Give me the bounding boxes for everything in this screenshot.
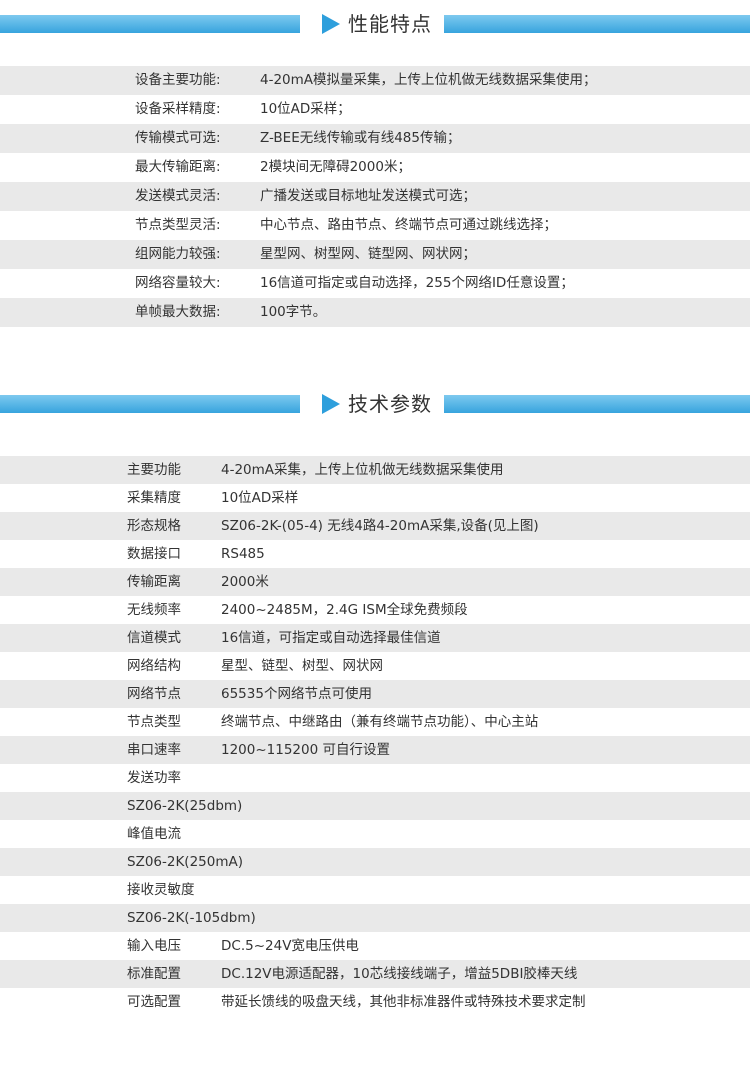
row-label: 接收灵敏度 xyxy=(127,882,195,898)
table-row: 发送模式灵活: 广播发送或目标地址发送模式可选； xyxy=(0,182,750,211)
table-row: 节点类型 终端节点、中继路由（兼有终端节点功能）、中心主站 xyxy=(0,708,750,736)
row-value: 星型网、树型网、链型网、网状网； xyxy=(260,246,476,262)
table-row: 网络容量较大: 16信道可指定或自动选择，255个网络ID任意设置； xyxy=(0,269,750,298)
table-row: 无线频率 2400~2485M，2.4G ISM全球免费频段 xyxy=(0,596,750,624)
row-value: Z-BEE无线传输或有线485传输； xyxy=(260,130,461,146)
params-header: 技术参数 xyxy=(0,391,750,417)
features-table: 设备主要功能: 4-20mA模拟量采集，上传上位机做无线数据采集使用； 设备采样精度… xyxy=(0,66,750,327)
row-value: 带延长馈线的吸盘天线，其他非标准器件或特殊技术要求定制 xyxy=(221,994,586,1010)
row-label: 设备采样精度: xyxy=(135,101,221,117)
row-value: 65535个网络节点可使用 xyxy=(221,686,372,702)
row-label: 峰值电流 xyxy=(127,826,181,842)
row-value: 16信道，可指定或自动选择最佳信道 xyxy=(221,630,441,646)
table-row: 主要功能 4-20mA采集，上传上位机做无线数据采集使用 xyxy=(0,456,750,484)
table-row: 传输距离 2000米 xyxy=(0,568,750,596)
table-row: 组网能力较强: 星型网、树型网、链型网、网状网； xyxy=(0,240,750,269)
row-value: 100字节。 xyxy=(260,304,327,320)
row-label: 传输模式可选: xyxy=(135,130,221,146)
row-label: SZ06-2K(-105dbm) xyxy=(127,910,256,926)
row-label: 标准配置 xyxy=(127,966,181,982)
row-label: 输入电压 xyxy=(127,938,181,954)
row-label: 形态规格 xyxy=(127,518,181,534)
row-value: 16信道可指定或自动选择，255个网络ID任意设置； xyxy=(260,275,574,291)
row-value: 终端节点、中继路由（兼有终端节点功能）、中心主站 xyxy=(221,714,539,730)
row-value: 1200~115200 可自行设置 xyxy=(221,742,390,758)
row-value: 2模块间无障碍2000米； xyxy=(260,159,411,175)
row-label: 发送功率 xyxy=(127,770,181,786)
table-row: 信道模式 16信道，可指定或自动选择最佳信道 xyxy=(0,624,750,652)
row-value: DC.5~24V宽电压供电 xyxy=(221,938,359,954)
row-value: 中心节点、路由节点、终端节点可通过跳线选择； xyxy=(260,217,557,233)
row-label: 网络结构 xyxy=(127,658,181,674)
table-row: 峰值电流 xyxy=(0,820,750,848)
table-row: 设备主要功能: 4-20mA模拟量采集，上传上位机做无线数据采集使用； xyxy=(0,66,750,95)
row-label: 数据接口 xyxy=(127,546,181,562)
row-label: 可选配置 xyxy=(127,994,181,1010)
row-label: 节点类型灵活: xyxy=(135,217,221,233)
table-row: 采集精度 10位AD采样 xyxy=(0,484,750,512)
row-value: SZ06-2K-(05-4) 无线4路4-20mA采集,设备(见上图) xyxy=(221,518,539,534)
row-value: 4-20mA采集，上传上位机做无线数据采集使用 xyxy=(221,462,504,478)
table-row: 设备采样精度: 10位AD采样； xyxy=(0,95,750,124)
table-row: 传输模式可选: Z-BEE无线传输或有线485传输； xyxy=(0,124,750,153)
row-label: SZ06-2K(250mA) xyxy=(127,854,243,870)
row-label: 设备主要功能: xyxy=(135,72,221,88)
row-value: 10位AD采样； xyxy=(260,101,351,117)
params-title: 技术参数 xyxy=(348,392,432,416)
row-value: 10位AD采样 xyxy=(221,490,299,506)
header-bar-left xyxy=(0,15,300,33)
table-row: 输入电压 DC.5~24V宽电压供电 xyxy=(0,932,750,960)
row-label: 组网能力较强: xyxy=(135,246,221,262)
row-label: 最大传输距离: xyxy=(135,159,221,175)
table-row: 可选配置 带延长馈线的吸盘天线，其他非标准器件或特殊技术要求定制 xyxy=(0,988,750,1016)
table-row: 发送功率 xyxy=(0,764,750,792)
header-bar-left xyxy=(0,395,300,413)
table-row: 形态规格 SZ06-2K-(05-4) 无线4路4-20mA采集,设备(见上图) xyxy=(0,512,750,540)
row-label: 传输距离 xyxy=(127,574,181,590)
features-title: 性能特点 xyxy=(348,12,432,36)
row-label: 节点类型 xyxy=(127,714,181,730)
play-arrow-icon xyxy=(322,394,340,414)
header-bar-right xyxy=(444,395,750,413)
row-label: 采集精度 xyxy=(127,490,181,506)
row-label: 串口速率 xyxy=(127,742,181,758)
row-value: DC.12V电源适配器，10芯线接线端子，增益5DBI胶棒天线 xyxy=(221,966,578,982)
row-label: 单帧最大数据: xyxy=(135,304,221,320)
row-label: 网络节点 xyxy=(127,686,181,702)
params-table: 主要功能 4-20mA采集，上传上位机做无线数据采集使用采集精度 10位AD采样形态… xyxy=(0,456,750,1016)
header-bar-right xyxy=(444,15,750,33)
row-label: 网络容量较大: xyxy=(135,275,221,291)
table-row: 串口速率 1200~115200 可自行设置 xyxy=(0,736,750,764)
table-row: 单帧最大数据: 100字节。 xyxy=(0,298,750,327)
table-row: 数据接口 RS485 xyxy=(0,540,750,568)
row-value: 2000米 xyxy=(221,574,269,590)
table-row: 接收灵敏度 xyxy=(0,876,750,904)
table-row: 最大传输距离: 2模块间无障碍2000米； xyxy=(0,153,750,182)
table-row: SZ06-2K(-105dbm) xyxy=(0,904,750,932)
row-value: 广播发送或目标地址发送模式可选； xyxy=(260,188,476,204)
row-value: RS485 xyxy=(221,546,265,562)
row-label: 无线频率 xyxy=(127,602,181,618)
play-arrow-icon xyxy=(322,14,340,34)
table-row: 节点类型灵活: 中心节点、路由节点、终端节点可通过跳线选择； xyxy=(0,211,750,240)
table-row: SZ06-2K(25dbm) xyxy=(0,792,750,820)
row-label: SZ06-2K(25dbm) xyxy=(127,798,243,814)
row-label: 发送模式灵活: xyxy=(135,188,221,204)
row-value: 4-20mA模拟量采集，上传上位机做无线数据采集使用； xyxy=(260,72,597,88)
table-row: SZ06-2K(250mA) xyxy=(0,848,750,876)
table-row: 网络节点 65535个网络节点可使用 xyxy=(0,680,750,708)
features-header: 性能特点 xyxy=(0,11,750,37)
row-value: 2400~2485M，2.4G ISM全球免费频段 xyxy=(221,602,468,618)
row-value: 星型、链型、树型、网状网 xyxy=(221,658,383,674)
row-label: 信道模式 xyxy=(127,630,181,646)
row-label: 主要功能 xyxy=(127,462,181,478)
table-row: 网络结构 星型、链型、树型、网状网 xyxy=(0,652,750,680)
table-row: 标准配置 DC.12V电源适配器，10芯线接线端子，增益5DBI胶棒天线 xyxy=(0,960,750,988)
